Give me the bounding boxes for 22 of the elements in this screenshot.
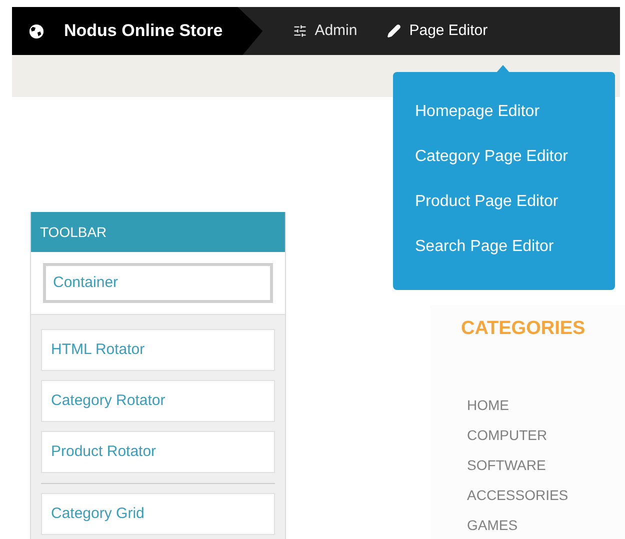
category-link[interactable]: HOME: [467, 396, 625, 414]
brand-title[interactable]: Nodus Online Store: [64, 18, 223, 44]
toolbar-item[interactable]: Category Grid: [41, 493, 275, 535]
nav-link[interactable]: Admin: [292, 20, 358, 42]
toolbar-header: TOOLBAR: [31, 212, 285, 252]
dropdown-item[interactable]: Homepage Editor: [415, 100, 615, 123]
pencil-icon: [387, 24, 402, 38]
category-link[interactable]: SOFTWARE: [467, 456, 625, 474]
toolbar-item[interactable]: Category Rotator: [41, 380, 275, 422]
category-link[interactable]: ACCESSORIES: [467, 486, 625, 504]
dropdown-item[interactable]: Category Page Editor: [415, 145, 615, 168]
globe-icon: [29, 24, 44, 38]
category-link[interactable]: COMPUTER: [467, 426, 625, 444]
categories-title: CATEGORIES: [461, 317, 586, 341]
toolbar-item[interactable]: Product Rotator: [41, 431, 275, 473]
category-link[interactable]: GAMES: [467, 516, 625, 534]
nav-link[interactable]: Page Editor: [387, 20, 488, 42]
sliders-icon: [292, 24, 307, 38]
dropdown-item[interactable]: Search Page Editor: [415, 235, 615, 258]
toolbar-item[interactable]: Container: [43, 263, 273, 303]
toolbar-item[interactable]: HTML Rotator: [41, 329, 275, 371]
dropdown-item[interactable]: Product Page Editor: [415, 190, 615, 213]
